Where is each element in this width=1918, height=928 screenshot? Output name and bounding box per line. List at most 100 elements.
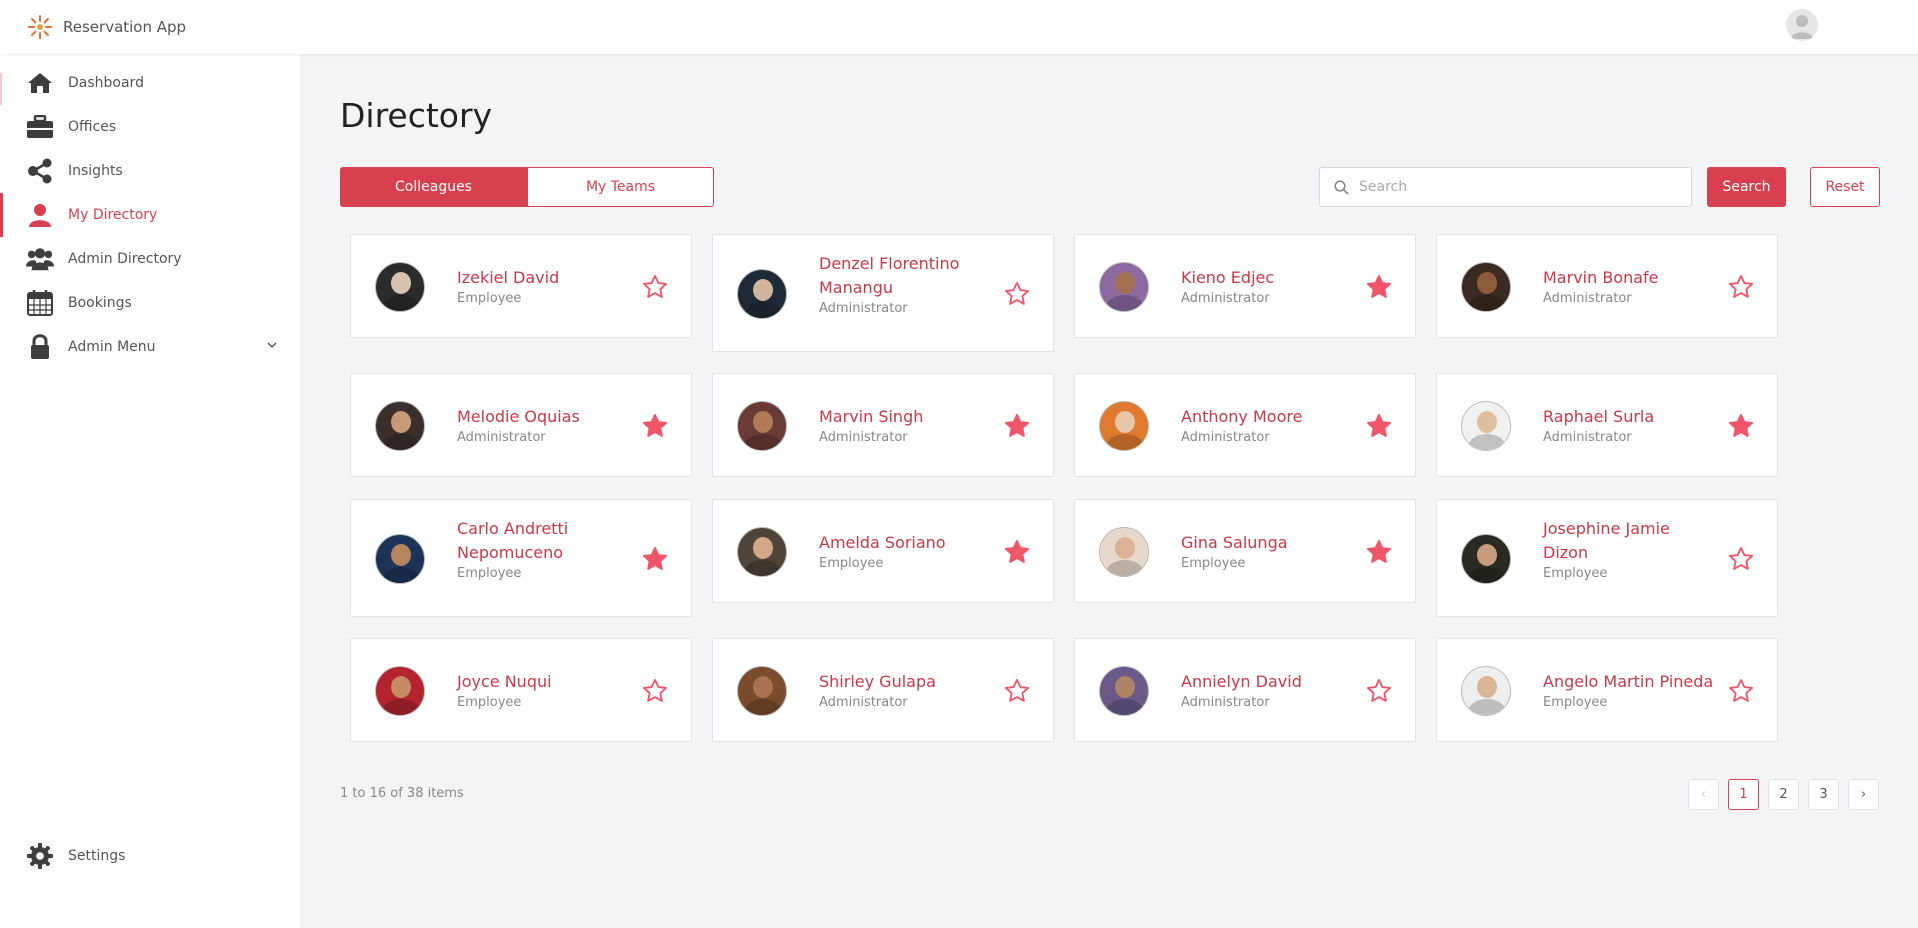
sidebar-item-bookings[interactable]: Bookings [0, 281, 300, 325]
star-filled-icon[interactable] [641, 412, 669, 440]
star-outline-icon[interactable] [1727, 677, 1755, 705]
hover-marker [0, 73, 2, 105]
sidebar-item-my-directory[interactable]: My Directory [0, 193, 300, 237]
directory-card[interactable]: Gina Salunga Employee [1074, 499, 1416, 603]
card-info: Denzel Florentino Manangu Administrator [819, 252, 994, 318]
sidebar-item-label: Settings [68, 848, 126, 864]
person-role: Administrator [819, 430, 908, 445]
star-outline-icon[interactable] [641, 677, 669, 705]
person-role: Administrator [457, 430, 546, 445]
brand[interactable]: Reservation App [27, 14, 186, 40]
directory-card[interactable]: Angelo Martin Pineda Employee [1436, 638, 1778, 742]
person-name[interactable]: Joyce Nuqui [457, 670, 632, 694]
card-info: Joyce Nuqui Employee [457, 670, 632, 712]
person-name[interactable]: Amelda Soriano [819, 531, 994, 555]
pagination-summary: 1 to 16 of 38 items [340, 786, 464, 801]
avatar [375, 666, 425, 716]
users-icon [26, 246, 54, 272]
person-name[interactable]: Carlo Andretti Nepomuceno [457, 517, 632, 565]
person-role: Administrator [1181, 430, 1270, 445]
person-role: Employee [819, 556, 884, 571]
search-button[interactable]: Search [1707, 167, 1786, 207]
person-name[interactable]: Shirley Gulapa [819, 670, 994, 694]
sidebar-item-settings[interactable]: Settings [0, 834, 300, 878]
avatar [1461, 534, 1511, 584]
person-name[interactable]: Melodie Oquias [457, 405, 632, 429]
directory-card[interactable]: Anthony Moore Administrator [1074, 373, 1416, 477]
star-outline-icon[interactable] [1003, 677, 1031, 705]
tab-colleagues[interactable]: Colleagues [340, 167, 527, 207]
page-button-1[interactable]: 1 [1728, 779, 1759, 810]
star-outline-icon[interactable] [1365, 677, 1393, 705]
sidebar-item-offices[interactable]: Offices [0, 105, 300, 149]
avatar [1461, 401, 1511, 451]
chevron-down-icon[interactable] [266, 339, 278, 351]
page-title: Directory [340, 96, 493, 135]
person-name[interactable]: Angelo Martin Pineda [1543, 670, 1718, 694]
sidebar-item-insights[interactable]: Insights [0, 149, 300, 193]
directory-card[interactable]: Josephine Jamie Dizon Employee [1436, 499, 1778, 617]
page-button-2[interactable]: 2 [1768, 779, 1799, 810]
star-filled-icon[interactable] [1365, 412, 1393, 440]
sidebar-item-admin-menu[interactable]: Admin Menu [0, 325, 300, 369]
user-avatar[interactable] [1786, 9, 1818, 41]
person-name[interactable]: Anthony Moore [1181, 405, 1356, 429]
star-filled-icon[interactable] [1003, 538, 1031, 566]
card-info: Raphael Surla Administrator [1543, 405, 1718, 447]
sidebar-item-dashboard[interactable]: Dashboard [0, 61, 300, 105]
reset-button[interactable]: Reset [1810, 167, 1880, 207]
directory-card[interactable]: Carlo Andretti Nepomuceno Employee [350, 499, 692, 617]
star-filled-icon[interactable] [1003, 412, 1031, 440]
person-name[interactable]: Marvin Singh [819, 405, 994, 429]
prev-page-button[interactable]: ‹ [1688, 779, 1719, 810]
directory-card[interactable]: Melodie Oquias Administrator [350, 373, 692, 477]
sidebar-item-label: Admin Menu [68, 339, 156, 355]
avatar [375, 534, 425, 584]
directory-card[interactable]: Kieno Edjec Administrator [1074, 234, 1416, 338]
next-page-button[interactable]: › [1848, 779, 1879, 810]
star-filled-icon[interactable] [1365, 273, 1393, 301]
person-role: Administrator [1181, 695, 1270, 710]
person-name[interactable]: Izekiel David [457, 266, 632, 290]
directory-card[interactable]: Amelda Soriano Employee [712, 499, 1054, 603]
sidebar-item-admin-directory[interactable]: Admin Directory [0, 237, 300, 281]
directory-card[interactable]: Marvin Bonafe Administrator [1436, 234, 1778, 338]
avatar [1461, 666, 1511, 716]
person-name[interactable]: Denzel Florentino Manangu [819, 252, 994, 300]
page-button-3[interactable]: 3 [1808, 779, 1839, 810]
avatar [1099, 262, 1149, 312]
person-role: Administrator [1543, 291, 1632, 306]
star-filled-icon[interactable] [641, 545, 669, 573]
star-outline-icon[interactable] [641, 273, 669, 301]
star-outline-icon[interactable] [1003, 280, 1031, 308]
card-info: Marvin Singh Administrator [819, 405, 994, 447]
star-filled-icon[interactable] [1365, 538, 1393, 566]
person-name[interactable]: Annielyn David [1181, 670, 1356, 694]
top-bar: Reservation App [0, 0, 1918, 54]
directory-card[interactable]: Shirley Gulapa Administrator [712, 638, 1054, 742]
card-info: Anthony Moore Administrator [1181, 405, 1356, 447]
sidebar-item-label: Bookings [68, 295, 132, 311]
directory-card[interactable]: Joyce Nuqui Employee [350, 638, 692, 742]
directory-card[interactable]: Marvin Singh Administrator [712, 373, 1054, 477]
person-name[interactable]: Gina Salunga [1181, 531, 1356, 555]
directory-card[interactable]: Annielyn David Administrator [1074, 638, 1416, 742]
person-name[interactable]: Kieno Edjec [1181, 266, 1356, 290]
search-input[interactable] [1359, 179, 1679, 195]
directory-card[interactable]: Izekiel David Employee [350, 234, 692, 338]
tab-my-teams[interactable]: My Teams [527, 167, 714, 207]
person-name[interactable]: Raphael Surla [1543, 405, 1718, 429]
star-outline-icon[interactable] [1727, 545, 1755, 573]
person-name[interactable]: Josephine Jamie Dizon [1543, 517, 1718, 565]
card-info: Shirley Gulapa Administrator [819, 670, 994, 712]
person-name[interactable]: Marvin Bonafe [1543, 266, 1718, 290]
avatar [1461, 262, 1511, 312]
avatar [737, 269, 787, 319]
directory-card[interactable]: Denzel Florentino Manangu Administrator [712, 234, 1054, 352]
directory-card[interactable]: Raphael Surla Administrator [1436, 373, 1778, 477]
star-outline-icon[interactable] [1727, 273, 1755, 301]
avatar [737, 527, 787, 577]
sidebar-item-label: My Directory [68, 207, 158, 223]
user-silhouette-icon [1791, 15, 1813, 39]
star-filled-icon[interactable] [1727, 412, 1755, 440]
